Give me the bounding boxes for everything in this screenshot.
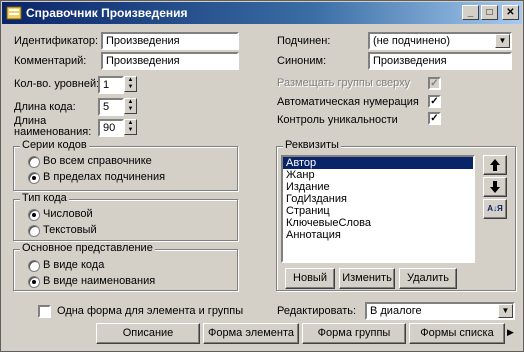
radio-numeric-label: Числовой (43, 208, 93, 220)
delete-requisite-button[interactable]: Удалить (399, 268, 457, 289)
radio-numeric[interactable] (28, 209, 40, 221)
description-button[interactable]: Описание (96, 323, 200, 344)
list-forms-button[interactable]: Формы списка (409, 323, 505, 344)
list-item[interactable]: Издание (283, 181, 473, 193)
scroll-right-icon[interactable]: ▶ (507, 327, 514, 338)
main-view-title: Основное представление (20, 242, 155, 254)
move-down-button[interactable] (483, 177, 507, 197)
chevron-down-icon[interactable]: ▼ (495, 34, 510, 48)
radio-as-name[interactable] (28, 276, 40, 288)
radio-as-name-label: В виде наименования (43, 275, 156, 287)
code-length-label: Длина кода: (14, 101, 76, 113)
close-button[interactable]: ✕ (502, 5, 519, 20)
comment-input[interactable]: Произведения (101, 52, 239, 70)
synonym-label: Синоним: (277, 55, 327, 67)
code-type-title: Тип кода (20, 192, 69, 204)
title-bar: Справочник Произведения _ □ ✕ (2, 2, 522, 24)
new-requisite-button[interactable]: Новый (285, 268, 335, 289)
code-series-title: Серии кодов (20, 139, 89, 151)
subordinate-select[interactable]: (не подчинено) ▼ (368, 32, 512, 50)
radio-text-label: Текстовый (43, 224, 97, 236)
list-item[interactable]: ГодИздания (283, 193, 473, 205)
app-icon (6, 6, 22, 20)
arrow-down-icon (490, 181, 500, 193)
maximize-button[interactable]: □ (481, 5, 498, 20)
radio-as-code-label: В виде кода (43, 259, 105, 271)
radio-text[interactable] (28, 225, 40, 237)
sort-icon[interactable]: А↓Я (483, 199, 507, 219)
levels-label: Кол-во. уровней: (14, 78, 100, 90)
radio-within-subordination[interactable] (28, 172, 40, 184)
uniqueness-checkbox[interactable]: ✓ (428, 112, 441, 125)
requisites-title: Реквизиты (283, 139, 341, 151)
list-item[interactable]: Аннотация (283, 229, 473, 241)
code-length-spinner[interactable]: ▲ ▼ (124, 98, 137, 114)
radio-within-subordination-label: В пределах подчинения (43, 171, 166, 183)
identifier-input[interactable]: Произведения (101, 32, 239, 50)
move-up-button[interactable] (483, 155, 507, 175)
groups-on-top-label: Размещать группы сверху (277, 77, 411, 89)
groups-on-top-checkbox[interactable]: ✓ (428, 77, 441, 90)
code-series-group: Серии кодов (13, 139, 238, 191)
synonym-input[interactable]: Произведения (368, 52, 512, 70)
arrow-up-icon (490, 159, 500, 171)
comment-label: Комментарий: (14, 55, 87, 67)
one-form-checkbox[interactable] (38, 305, 51, 318)
radio-whole-catalog-label: Во всем справочнике (43, 155, 152, 167)
edit-mode-label: Редактировать: (277, 305, 357, 317)
code-length-input[interactable]: 5 (98, 98, 124, 116)
list-item[interactable]: Жанр (283, 169, 473, 181)
list-item[interactable]: Страниц (283, 205, 473, 217)
edit-mode-value: В диалоге (370, 305, 422, 317)
radio-as-code[interactable] (28, 260, 40, 272)
levels-input[interactable]: 1 (98, 76, 124, 94)
name-length-spinner[interactable]: ▲ ▼ (124, 119, 137, 135)
minimize-button[interactable]: _ (462, 5, 479, 20)
dialog-window: Справочник Произведения _ □ ✕ Идентифика… (0, 0, 524, 352)
name-length-label-2: наименования: (14, 126, 92, 138)
levels-spinner[interactable]: ▲ ▼ (124, 76, 137, 92)
auto-numbering-label: Автоматическая нумерация (277, 96, 419, 108)
window-title: Справочник Произведения (26, 6, 188, 20)
list-item[interactable]: КлючевыеСлова (283, 217, 473, 229)
edit-mode-select[interactable]: В диалоге ▼ (365, 302, 515, 320)
chevron-down-icon[interactable]: ▼ (498, 304, 513, 318)
name-length-input[interactable]: 90 (98, 119, 124, 137)
one-form-label: Одна форма для элемента и группы (57, 305, 244, 317)
element-form-button[interactable]: Форма элемента (203, 323, 299, 344)
requisites-list[interactable]: Автор Жанр Издание ГодИздания Страниц Кл… (281, 155, 475, 263)
group-form-button[interactable]: Форма группы (302, 323, 406, 344)
radio-whole-catalog[interactable] (28, 156, 40, 168)
edit-requisite-button[interactable]: Изменить (339, 268, 395, 289)
uniqueness-check-label: Контроль уникальности (277, 114, 398, 126)
list-item[interactable]: Автор (283, 157, 473, 169)
identifier-label: Идентификатор: (14, 35, 99, 47)
subordinate-value: (не подчинено) (373, 35, 451, 47)
subordinate-label: Подчинен: (277, 35, 331, 47)
auto-numbering-checkbox[interactable]: ✓ (428, 95, 441, 108)
